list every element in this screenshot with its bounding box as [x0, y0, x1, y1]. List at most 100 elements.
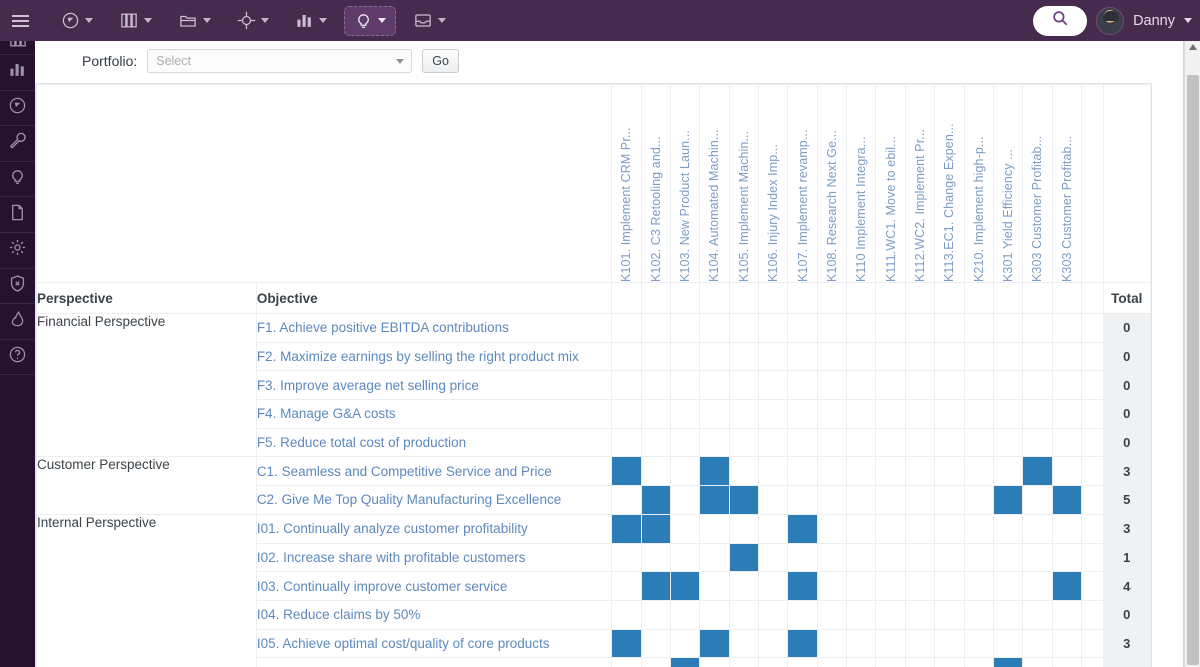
- matrix-cell-empty[interactable]: [611, 657, 642, 667]
- matrix-cell-empty[interactable]: [611, 542, 642, 573]
- matrix-cell-linked[interactable]: [669, 571, 701, 601]
- matrix-cell-linked[interactable]: [728, 485, 760, 515]
- matrix-cell-empty[interactable]: [875, 456, 906, 487]
- matrix-cell-empty[interactable]: [1051, 370, 1082, 401]
- matrix-cell-empty[interactable]: [963, 370, 994, 401]
- matrix-cell-empty[interactable]: [963, 628, 994, 659]
- matrix-cell-empty[interactable]: [699, 427, 730, 458]
- matrix-cell-empty[interactable]: [934, 571, 965, 601]
- matrix-cell-empty[interactable]: [1051, 399, 1082, 429]
- matrix-cell-empty[interactable]: [875, 485, 906, 515]
- matrix-cell-empty[interactable]: [963, 399, 994, 429]
- objective-link[interactable]: F3. Improve average net selling price: [255, 370, 613, 401]
- matrix-cell-empty[interactable]: [1022, 313, 1053, 343]
- matrix-cell-linked[interactable]: [669, 657, 701, 667]
- column-header-initiative[interactable]: K110 Implement Integra...: [846, 84, 877, 283]
- matrix-cell-linked[interactable]: [611, 628, 642, 659]
- rail-item-wrench[interactable]: [0, 126, 35, 162]
- matrix-cell-linked[interactable]: [699, 485, 730, 515]
- matrix-cell-empty[interactable]: [963, 657, 994, 667]
- matrix-cell-linked[interactable]: [640, 571, 671, 601]
- matrix-cell-empty[interactable]: [846, 485, 877, 515]
- matrix-cell-empty[interactable]: [640, 427, 671, 458]
- matrix-cell-empty[interactable]: [963, 427, 994, 458]
- scrollbar-thumb[interactable]: [1187, 75, 1199, 665]
- matrix-cell-empty[interactable]: [846, 657, 877, 667]
- matrix-cell-linked[interactable]: [699, 456, 730, 487]
- nav-item-lightbulb[interactable]: [344, 5, 396, 36]
- matrix-cell-empty[interactable]: [699, 657, 730, 667]
- matrix-cell-empty[interactable]: [758, 628, 789, 659]
- matrix-cell-empty[interactable]: [787, 657, 818, 667]
- matrix-cell-linked[interactable]: [1051, 571, 1082, 601]
- objective-link[interactable]: F4. Manage G&A costs: [255, 399, 613, 429]
- matrix-cell-empty[interactable]: [846, 399, 877, 429]
- matrix-cell-empty[interactable]: [875, 542, 906, 573]
- matrix-cell-empty[interactable]: [992, 571, 1024, 601]
- matrix-cell-empty[interactable]: [1051, 427, 1082, 458]
- matrix-cell-empty[interactable]: [669, 628, 701, 659]
- go-button[interactable]: Go: [422, 48, 459, 73]
- matrix-cell-linked[interactable]: [992, 657, 1024, 667]
- matrix-cell-empty[interactable]: [846, 427, 877, 458]
- portfolio-select[interactable]: Select: [147, 48, 413, 73]
- matrix-cell-empty[interactable]: [758, 370, 789, 401]
- matrix-cell-empty[interactable]: [669, 341, 701, 372]
- matrix-cell-empty[interactable]: [669, 485, 701, 515]
- matrix-cell-empty[interactable]: [758, 427, 789, 458]
- matrix-cell-empty[interactable]: [904, 657, 936, 667]
- rail-item-flame[interactable]: [0, 304, 35, 340]
- column-header-initiative[interactable]: K303 Customer Profitab...: [1051, 84, 1082, 283]
- matrix-cell-empty[interactable]: [992, 341, 1024, 372]
- matrix-cell-empty[interactable]: [699, 399, 730, 429]
- nav-item-compass[interactable]: [52, 6, 102, 36]
- matrix-cell-empty[interactable]: [669, 399, 701, 429]
- matrix-cell-linked[interactable]: [728, 542, 760, 573]
- objective-link[interactable]: F5. Reduce total cost of production: [255, 427, 613, 458]
- matrix-cell-linked[interactable]: [787, 513, 818, 544]
- matrix-cell-empty[interactable]: [728, 399, 760, 429]
- rail-item-document[interactable]: [0, 197, 35, 233]
- matrix-cell-empty[interactable]: [934, 341, 965, 372]
- matrix-cell-empty[interactable]: [1051, 513, 1082, 544]
- matrix-cell-empty[interactable]: [699, 599, 730, 630]
- matrix-cell-empty[interactable]: [816, 370, 848, 401]
- matrix-cell-linked[interactable]: [1051, 485, 1082, 515]
- matrix-cell-empty[interactable]: [758, 657, 789, 667]
- matrix-cell-empty[interactable]: [1022, 513, 1053, 544]
- matrix-cell-linked[interactable]: [787, 628, 818, 659]
- matrix-cell-empty[interactable]: [611, 370, 642, 401]
- matrix-cell-empty[interactable]: [904, 628, 936, 659]
- column-header-initiative[interactable]: K101. Implement CRM Pr...: [611, 84, 642, 283]
- matrix-cell-empty[interactable]: [992, 628, 1024, 659]
- matrix-cell-empty[interactable]: [934, 599, 965, 630]
- matrix-cell-empty[interactable]: [963, 341, 994, 372]
- matrix-cell-empty[interactable]: [611, 399, 642, 429]
- matrix-cell-empty[interactable]: [611, 599, 642, 630]
- matrix-cell-empty[interactable]: [1051, 456, 1082, 487]
- matrix-cell-empty[interactable]: [816, 399, 848, 429]
- rail-item-help[interactable]: [0, 340, 35, 376]
- matrix-cell-empty[interactable]: [699, 370, 730, 401]
- matrix-cell-empty[interactable]: [640, 657, 671, 667]
- objective-link[interactable]: C1. Seamless and Competitive Service and…: [255, 456, 613, 487]
- matrix-cell-empty[interactable]: [1022, 399, 1053, 429]
- matrix-cell-empty[interactable]: [758, 571, 789, 601]
- matrix-cell-empty[interactable]: [846, 628, 877, 659]
- matrix-cell-empty[interactable]: [816, 628, 848, 659]
- column-header-initiative[interactable]: K108. Research Next Ge...: [816, 84, 848, 283]
- matrix-cell-linked[interactable]: [640, 485, 671, 515]
- matrix-cell-empty[interactable]: [963, 485, 994, 515]
- matrix-cell-empty[interactable]: [1022, 427, 1053, 458]
- scroll-up-arrow-icon[interactable]: [1189, 44, 1197, 50]
- matrix-cell-empty[interactable]: [904, 456, 936, 487]
- matrix-cell-empty[interactable]: [669, 370, 701, 401]
- matrix-cell-empty[interactable]: [875, 313, 906, 343]
- matrix-cell-empty[interactable]: [934, 427, 965, 458]
- nav-item-inbox[interactable]: [404, 6, 455, 36]
- matrix-cell-empty[interactable]: [758, 485, 789, 515]
- objective-link[interactable]: C2. Give Me Top Quality Manufacturing Ex…: [255, 485, 613, 515]
- matrix-cell-empty[interactable]: [875, 599, 906, 630]
- matrix-cell-empty[interactable]: [640, 370, 671, 401]
- matrix-cell-empty[interactable]: [758, 542, 789, 573]
